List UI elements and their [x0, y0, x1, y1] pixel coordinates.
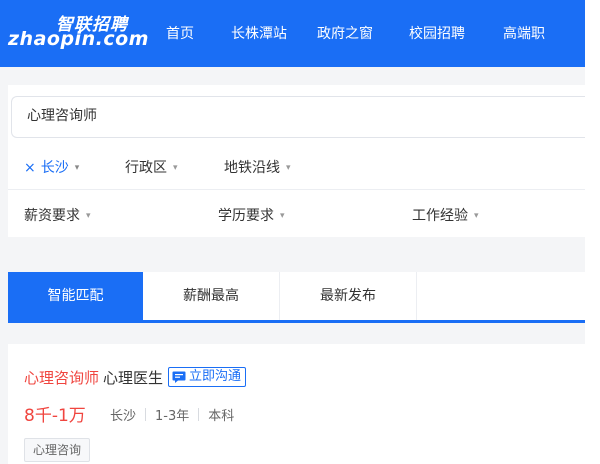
filter-education[interactable]: 学历要求 ▾ [218, 205, 285, 225]
filter-district-label: 行政区 [125, 160, 167, 176]
filter-city-label: 长沙 [40, 160, 69, 176]
job-location: 长沙 [110, 408, 137, 424]
chevron-down-icon: ▾ [86, 211, 91, 221]
chevron-down-icon: ▾ [286, 163, 291, 173]
job-subtitle: 心理医生 [103, 368, 164, 387]
location-filter-row: × 长沙 ▾ 行政区 ▾ 地铁沿线 ▾ [8, 145, 585, 190]
meta-divider [145, 407, 147, 421]
nav-menu: 首页 长株潭站 政府之窗 校园招聘 高端职 [166, 23, 545, 45]
nav-item-changzhutan[interactable]: 长株潭站 [231, 23, 287, 45]
nav-item-campus[interactable]: 校园招聘 [409, 23, 465, 45]
top-navigation-bar: 智联招聘 zhaopin.com 首页 长株潭站 政府之窗 校园招聘 高端职 [0, 0, 585, 67]
nav-item-high-end[interactable]: 高端职 [503, 23, 545, 45]
filter-subway[interactable]: 地铁沿线 ▾ [224, 157, 291, 177]
nav-item-home[interactable]: 首页 [166, 23, 194, 45]
search-input[interactable] [27, 107, 527, 123]
job-tag: 心理咨询 [24, 438, 91, 462]
nav-item-government[interactable]: 政府之窗 [317, 23, 373, 45]
filter-district[interactable]: 行政区 ▾ [125, 157, 178, 177]
filter-experience[interactable]: 工作经验 ▾ [412, 205, 479, 225]
chat-bubble-icon [172, 371, 186, 383]
job-listing-card[interactable]: 心理咨询师 心理医生 立即沟通 8千-1万 长沙 1-3年 本科 心理咨询 [8, 344, 585, 464]
filter-education-label: 学历要求 [218, 208, 274, 224]
tab-latest[interactable]: 最新发布 [280, 272, 417, 320]
chat-now-button[interactable]: 立即沟通 [168, 367, 247, 387]
chevron-down-icon: ▾ [173, 163, 178, 173]
filter-salary-label: 薪资要求 [24, 208, 80, 224]
meta-divider [198, 407, 200, 421]
job-salary: 8千-1万 [24, 406, 86, 426]
job-title[interactable]: 心理咨询师 [24, 367, 99, 388]
chevron-down-icon: ▾ [280, 211, 285, 221]
search-box[interactable] [11, 96, 585, 138]
chevron-down-icon: ▾ [74, 163, 80, 173]
tab-highest-salary[interactable]: 薪酬最高 [143, 272, 280, 320]
job-title-row: 心理咨询师 心理医生 立即沟通 [24, 366, 247, 388]
zhaopin-logo[interactable]: 智联招聘 zhaopin.com [8, 8, 148, 58]
filter-experience-label: 工作经验 [412, 208, 468, 224]
job-meta: 长沙 1-3年 本科 [110, 404, 234, 424]
logo-english-text: zhaopin.com [8, 28, 149, 50]
chat-now-label: 立即沟通 [189, 369, 242, 384]
job-experience: 1-3年 [155, 408, 190, 424]
sort-tabs: 智能匹配 薪酬最高 最新发布 [8, 272, 585, 323]
tab-smart-match[interactable]: 智能匹配 [8, 272, 143, 320]
filter-city-changsha[interactable]: × 长沙 ▾ [24, 157, 79, 177]
requirement-filter-row: 薪资要求 ▾ 学历要求 ▾ 工作经验 ▾ [8, 193, 585, 237]
clear-icon[interactable]: × [24, 160, 36, 176]
filter-salary[interactable]: 薪资要求 ▾ [24, 205, 91, 225]
app-viewport: 智联招聘 zhaopin.com 首页 长株潭站 政府之窗 校园招聘 高端职 ×… [0, 0, 585, 464]
chevron-down-icon: ▾ [474, 211, 479, 221]
job-education: 本科 [208, 408, 235, 424]
filter-subway-label: 地铁沿线 [224, 160, 280, 176]
search-filter-panel: ×长沙 ▾ 行政区 ▾ 地铁沿线 ▾ 薪资要求 ▾ 学历要求 ▾ 工作经验 ▾ [8, 85, 585, 237]
